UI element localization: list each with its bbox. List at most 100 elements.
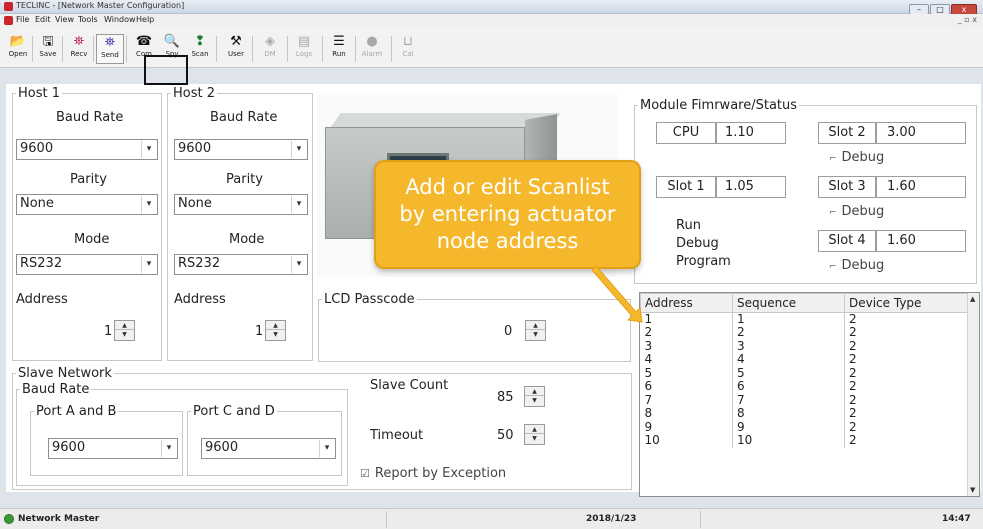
spin-up-icon[interactable]: ▲ <box>115 321 134 330</box>
host2-baud-select[interactable]: 9600 ▾ <box>174 139 308 160</box>
table-row[interactable]: 772 <box>640 393 969 407</box>
host2-group: Host 2 <box>167 86 313 361</box>
menu-window[interactable]: Window <box>104 15 136 24</box>
send-button[interactable]: ⛯ Send <box>96 34 124 64</box>
port-ab-select[interactable]: 9600 ▾ <box>48 438 178 459</box>
menu-file[interactable]: File <box>16 15 29 24</box>
receive-icon: ⛯ <box>73 34 85 49</box>
host1-baud-label: Baud Rate <box>56 110 124 125</box>
host2-address-label: Address <box>174 292 226 307</box>
menu-edit[interactable]: Edit <box>35 15 51 24</box>
report-by-exception-checkbox[interactable]: ☑ Report by Exception <box>360 466 506 481</box>
column-header-address[interactable]: Address <box>640 293 733 313</box>
document-icon <box>4 16 13 25</box>
lcd-passcode-legend: LCD Passcode <box>324 292 415 307</box>
toolbar-separator <box>391 36 392 62</box>
magnifier-icon: 🔍 <box>163 34 181 49</box>
timeout-value[interactable]: 50 <box>497 428 514 443</box>
module-status-legend: Module Fimrware/Status <box>640 98 798 113</box>
slave-network-legend: Slave Network <box>18 366 112 381</box>
spin-down-icon[interactable]: ▼ <box>525 434 544 443</box>
title-bar: TECLINC - [Network Master Configuration]… <box>0 0 983 15</box>
recv-button[interactable]: ⛯ Recv <box>65 34 93 64</box>
spin-down-icon[interactable]: ▼ <box>266 330 285 339</box>
table-row[interactable]: 992 <box>640 420 969 434</box>
dm-button[interactable]: ◈ DM <box>256 34 284 64</box>
host2-address-stepper[interactable]: ▲ ▼ <box>265 320 286 341</box>
phone-icon: ☎ <box>135 34 153 49</box>
status-app-name: Network Master <box>18 514 100 524</box>
host2-parity-select[interactable]: None ▾ <box>174 194 308 215</box>
save-button[interactable]: 🖫 Save <box>34 34 62 64</box>
scanlist-table[interactable]: Address Sequence Device Type 112 222 332… <box>639 292 980 497</box>
toolbar-separator <box>355 36 356 62</box>
spin-up-icon[interactable]: ▲ <box>525 425 544 434</box>
table-row[interactable]: 662 <box>640 380 969 394</box>
spin-up-icon[interactable]: ▲ <box>526 321 545 330</box>
user-button[interactable]: ⚒ User <box>222 34 250 64</box>
chevron-down-icon: ▾ <box>141 141 156 158</box>
slave-count-stepper[interactable]: ▲ ▼ <box>524 386 545 407</box>
host1-address-value[interactable]: 1 <box>104 324 112 339</box>
toolbar-separator <box>62 36 63 62</box>
port-cd-select[interactable]: 9600 ▾ <box>201 438 336 459</box>
toolbar-separator <box>93 36 94 62</box>
table-row[interactable]: 442 <box>640 353 969 367</box>
scan-button[interactable]: ❢ Scan <box>186 34 214 64</box>
host2-address-value[interactable]: 1 <box>255 324 263 339</box>
table-row[interactable]: 222 <box>640 326 969 340</box>
host1-address-label: Address <box>16 292 68 307</box>
lcd-passcode-stepper[interactable]: ▲ ▼ <box>525 320 546 341</box>
host2-parity-label: Parity <box>226 172 263 187</box>
scan-icon: ❢ <box>194 34 206 49</box>
program-radio[interactable]: Program <box>676 254 731 269</box>
spin-up-icon[interactable]: ▲ <box>525 387 544 396</box>
table-row[interactable]: 112 <box>640 312 969 326</box>
lcd-passcode-group: LCD Passcode <box>318 292 631 362</box>
menu-tools[interactable]: Tools <box>78 15 98 24</box>
spin-up-icon[interactable]: ▲ <box>266 321 285 330</box>
host1-parity-select[interactable]: None ▾ <box>16 194 158 215</box>
spin-down-icon[interactable]: ▼ <box>115 330 134 339</box>
checkbox-icon: ⌐ <box>829 208 837 218</box>
slot2-debug-checkbox[interactable]: ⌐ Debug <box>829 150 884 165</box>
lcd-passcode-value[interactable]: 0 <box>504 324 512 339</box>
scroll-down-icon[interactable]: ▼ <box>970 486 975 494</box>
spin-down-icon[interactable]: ▼ <box>525 396 544 405</box>
timeout-stepper[interactable]: ▲ ▼ <box>524 424 545 445</box>
port-ab-legend: Port A and B <box>36 404 117 419</box>
cpu-version: 1.10 <box>716 122 786 144</box>
table-row[interactable]: 552 <box>640 366 969 380</box>
mdi-window-controls[interactable]: _ ▫ x <box>958 15 977 24</box>
alarm-button[interactable]: ● Alarm <box>358 34 386 64</box>
run-radio[interactable]: Run <box>676 218 701 233</box>
slot4-debug-checkbox[interactable]: ⌐ Debug <box>829 258 884 273</box>
open-button[interactable]: 📂 Open <box>4 34 32 64</box>
debug-radio[interactable]: Debug <box>676 236 719 251</box>
run-button[interactable]: ☰ Run <box>325 34 353 64</box>
scroll-up-icon[interactable]: ▲ <box>970 295 975 303</box>
table-row[interactable]: 10 10 2 <box>640 434 969 448</box>
slave-count-value[interactable]: 85 <box>497 390 514 405</box>
chevron-down-icon: ▾ <box>319 440 334 457</box>
host1-address-stepper[interactable]: ▲ ▼ <box>114 320 135 341</box>
menu-help[interactable]: Help <box>136 15 154 24</box>
column-header-sequence[interactable]: Sequence <box>732 293 845 313</box>
slave-count-label: Slave Count <box>370 378 449 393</box>
run-icon: ☰ <box>333 34 345 49</box>
host1-mode-select[interactable]: RS232 ▾ <box>16 254 158 275</box>
user-icon: ⚒ <box>230 34 242 49</box>
table-scrollbar[interactable]: ▲ ▼ <box>967 293 979 496</box>
column-header-device-type[interactable]: Device Type <box>844 293 969 313</box>
table-row[interactable]: 332 <box>640 339 969 353</box>
cal-button[interactable]: ⊔ Cal <box>394 34 422 64</box>
logs-icon: ▤ <box>297 34 311 49</box>
table-row[interactable]: 882 <box>640 407 969 421</box>
host1-parity-label: Parity <box>70 172 107 187</box>
host1-baud-select[interactable]: 9600 ▾ <box>16 139 158 160</box>
menu-view[interactable]: View <box>55 15 74 24</box>
logs-button[interactable]: ▤ Logs <box>290 34 318 64</box>
host2-mode-select[interactable]: RS232 ▾ <box>174 254 308 275</box>
slot3-debug-checkbox[interactable]: ⌐ Debug <box>829 204 884 219</box>
spin-down-icon[interactable]: ▼ <box>526 330 545 339</box>
